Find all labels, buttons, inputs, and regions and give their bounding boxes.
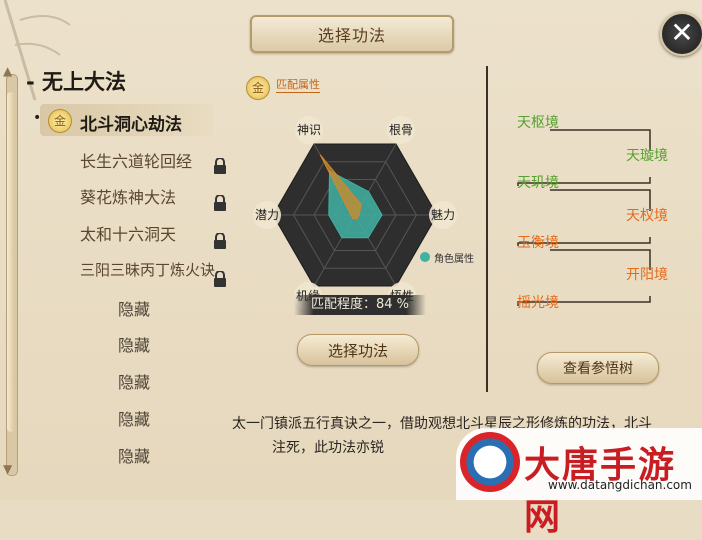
match-attribute-label: 匹配属性 <box>276 78 320 93</box>
category-title[interactable]: - 无上大法 <box>26 66 126 96</box>
scrollbar-thumb[interactable] <box>7 92 15 432</box>
svg-text:魅力: 魅力 <box>431 207 455 222</box>
lock-icon <box>214 195 226 211</box>
window-title: 选择功法 <box>250 15 454 53</box>
watermark-logo <box>460 432 520 492</box>
selected-bullet-icon: • <box>33 110 42 126</box>
hidden-list-item[interactable]: 隐藏 <box>118 332 150 356</box>
realm-label: 天权境 <box>626 208 668 224</box>
hidden-list-item[interactable]: 隐藏 <box>118 406 150 430</box>
radar-axis-label: 魅力 <box>429 201 457 229</box>
realm-label: 摇光境 <box>517 295 559 311</box>
gold-element-badge: 金 <box>48 109 72 133</box>
lock-icon <box>214 271 226 287</box>
list-item-selected[interactable]: 北斗洞心劫法 <box>80 110 182 135</box>
radar-axis-label: 潜力 <box>253 201 281 229</box>
attribute-radar: 神识根骨魅力悟性机缘潜力 <box>253 115 457 311</box>
svg-text:潜力: 潜力 <box>255 208 279 222</box>
list-item[interactable]: 长生六道轮回经 <box>80 148 192 172</box>
match-degree-readout: 匹配程度：84 % <box>294 295 426 315</box>
realm-label: 天璇境 <box>626 148 668 164</box>
hidden-list-item[interactable]: 隐藏 <box>118 443 150 467</box>
realm-label: 天枢境 <box>517 115 559 131</box>
list-item[interactable]: 太和十六洞天 <box>80 221 176 245</box>
watermark-url: www.datangdichan.com <box>548 478 692 492</box>
column-divider <box>486 66 488 392</box>
gold-element-badge: 金 <box>246 76 270 100</box>
hidden-list-item[interactable]: 隐藏 <box>118 296 150 320</box>
list-item[interactable]: 三阳三昧丙丁炼火诀 <box>80 259 215 280</box>
scroll-down-icon[interactable]: ▼ <box>3 462 12 476</box>
role-attr-legend-swatch <box>420 252 430 262</box>
select-method-button[interactable]: 选择功法 <box>297 334 419 366</box>
scroll-up-icon[interactable]: ▲ <box>3 64 12 78</box>
view-tree-button[interactable]: 查看参悟树 <box>537 352 659 384</box>
realm-label: 开阳境 <box>626 267 668 283</box>
hidden-list-item[interactable]: 隐藏 <box>118 369 150 393</box>
lock-icon <box>214 233 226 249</box>
realm-label: 玉衡境 <box>517 235 559 251</box>
radar-axis-label: 神识 <box>295 115 323 144</box>
close-icon[interactable]: ✕ <box>660 12 702 56</box>
list-item[interactable]: 葵花炼神大法 <box>80 184 176 208</box>
svg-text:根骨: 根骨 <box>389 123 413 137</box>
lock-icon <box>214 158 226 174</box>
realm-label: 天玑境 <box>517 175 559 191</box>
radar-axis-label: 根骨 <box>387 115 415 144</box>
role-attr-legend-label: 角色属性 <box>434 254 474 265</box>
svg-text:神识: 神识 <box>297 123 321 137</box>
